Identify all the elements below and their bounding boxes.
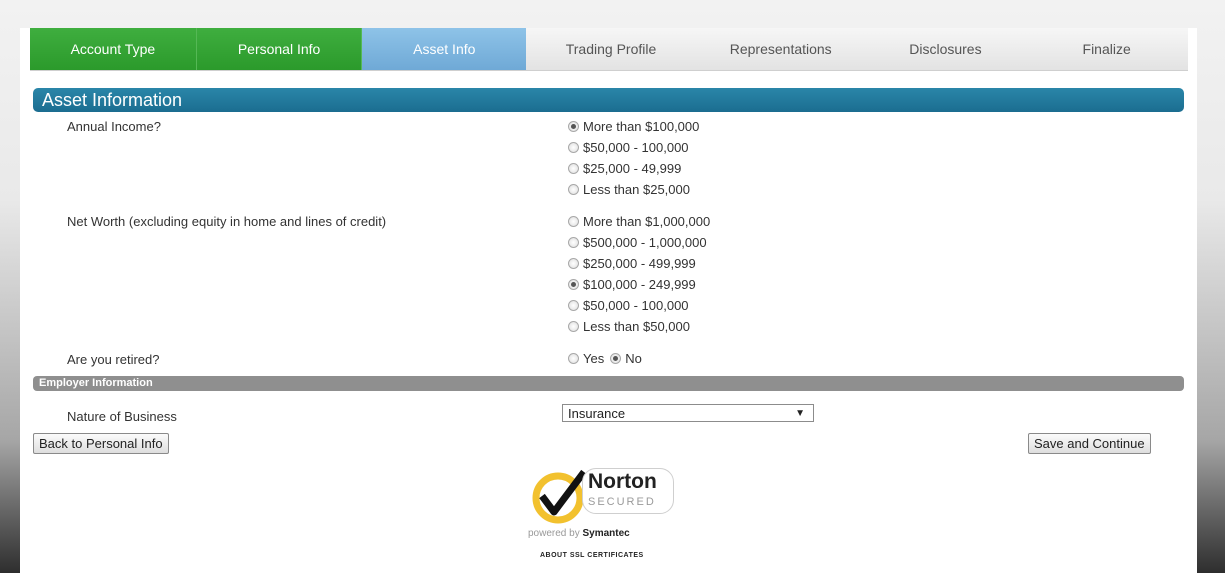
net-worth-option[interactable]: $250,000 - 499,999 (568, 256, 696, 271)
norton-title: Norton (588, 470, 657, 493)
about-ssl-certificates-link[interactable]: ABOUT SSL CERTIFICATES (540, 552, 644, 559)
wizard-tabs: Account Type Personal Info Asset Info Tr… (30, 28, 1188, 71)
annual-income-option[interactable]: $25,000 - 49,999 (568, 161, 681, 176)
option-label: More than $1,000,000 (583, 214, 711, 229)
option-label: More than $100,000 (583, 119, 700, 134)
tab-personal-info[interactable]: Personal Info (196, 28, 363, 70)
back-to-personal-info-button[interactable]: Back to Personal Info (33, 433, 169, 454)
net-worth-option[interactable]: More than $1,000,000 (568, 214, 710, 229)
tab-account-type[interactable]: Account Type (30, 28, 197, 70)
annual-income-label: Annual Income? (67, 119, 161, 134)
option-label: $100,000 - 249,999 (583, 277, 696, 292)
annual-income-option[interactable]: More than $100,000 (568, 119, 699, 134)
tab-representations[interactable]: Representations (696, 28, 866, 70)
tab-finalize[interactable]: Finalize (1025, 28, 1188, 70)
radio-button[interactable] (568, 300, 579, 311)
net-worth-option[interactable]: $100,000 - 249,999 (568, 277, 696, 292)
radio-button[interactable] (568, 163, 579, 174)
norton-powered-by: powered by Symantec (528, 528, 630, 539)
option-label: $500,000 - 1,000,000 (583, 235, 707, 250)
net-worth-option[interactable]: $500,000 - 1,000,000 (568, 235, 707, 250)
annual-income-option[interactable]: Less than $25,000 (568, 182, 690, 197)
retired-label: Are you retired? (67, 352, 160, 367)
net-worth-option[interactable]: $50,000 - 100,000 (568, 298, 689, 313)
radio-button[interactable] (568, 184, 579, 195)
dropdown-arrow-icon: ▼ (795, 408, 805, 419)
option-label: No (625, 351, 642, 366)
tab-label: Personal Info (237, 41, 321, 57)
tab-label: Trading Profile (565, 41, 657, 57)
application-form-page: Account Type Personal Info Asset Info Tr… (20, 28, 1197, 573)
radio-button[interactable] (568, 142, 579, 153)
nature-of-business-label: Nature of Business (67, 409, 177, 424)
tab-label: Account Type (70, 41, 156, 57)
option-label: $50,000 - 100,000 (583, 298, 689, 313)
tab-label: Representations (729, 41, 832, 57)
option-label: Less than $25,000 (583, 182, 690, 197)
tab-label: Asset Info (413, 41, 476, 57)
radio-button-selected[interactable] (568, 121, 579, 132)
option-label: $50,000 - 100,000 (583, 140, 689, 155)
radio-yes[interactable] (568, 353, 579, 364)
tab-label: Finalize (1082, 41, 1131, 57)
option-label: $250,000 - 499,999 (583, 256, 696, 271)
radio-button[interactable] (568, 321, 579, 332)
select-value: Insurance (568, 406, 626, 421)
retired-options: Yes No (568, 351, 642, 366)
powered-prefix: powered by (528, 528, 583, 539)
tab-disclosures[interactable]: Disclosures (866, 28, 1026, 70)
tab-label: Disclosures (909, 41, 982, 57)
powered-brand: Symantec (582, 528, 630, 539)
radio-button[interactable] (568, 237, 579, 248)
net-worth-option[interactable]: Less than $50,000 (568, 319, 690, 334)
tab-asset-info[interactable]: Asset Info (362, 28, 527, 70)
norton-secured-text: SECURED (588, 496, 656, 508)
option-label: Yes (583, 351, 605, 366)
nature-of-business-select[interactable]: Insurance ▼ (562, 404, 814, 422)
norton-secured-badge[interactable]: Norton SECURED powered by Symantec ABOUT… (520, 468, 700, 568)
save-and-continue-button[interactable]: Save and Continue (1028, 433, 1151, 454)
tab-trading-profile[interactable]: Trading Profile (526, 28, 696, 70)
asset-information-header: Asset Information (33, 88, 1184, 112)
net-worth-label: Net Worth (excluding equity in home and … (67, 214, 387, 229)
radio-button-selected[interactable] (568, 279, 579, 290)
radio-button[interactable] (568, 258, 579, 269)
radio-button[interactable] (568, 216, 579, 227)
radio-no-selected[interactable] (610, 353, 622, 364)
employer-information-header: Employer Information (33, 376, 1184, 391)
annual-income-option[interactable]: $50,000 - 100,000 (568, 140, 689, 155)
option-label: $25,000 - 49,999 (583, 161, 682, 176)
option-label: Less than $50,000 (583, 319, 690, 334)
